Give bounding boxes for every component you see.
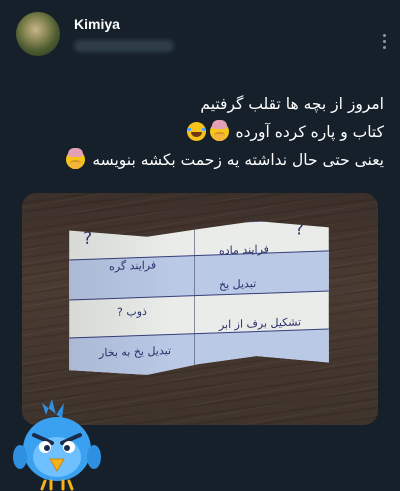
angry-bird-sticker-icon — [13, 399, 101, 491]
author-handle-blurred — [74, 40, 174, 52]
tweet-line-3: یعنی حتی حال نداشته یه زحمت بکشه بنویسه — [92, 151, 384, 169]
tweet-line-3-row: یعنی حتی حال نداشته یه زحمت بکشه بنویسه — [24, 146, 384, 174]
paper-question-mark: ? — [83, 228, 93, 250]
avatar[interactable] — [16, 12, 60, 56]
cheat-note-paper: ? ? فرایند ماده فرایند گره تبدیل یخ ذوب … — [69, 218, 329, 377]
tweet-text: امروز از بچه ها تقلب گرفتیم کتاب و پاره … — [24, 90, 384, 174]
laugh-emoji-icon — [186, 122, 206, 141]
paper-text-mid-right: تبدیل یخ — [218, 276, 257, 292]
tweet-line-2-row: کتاب و پاره کرده آورده — [24, 118, 384, 146]
paper-question-mark-2: ? — [294, 219, 304, 240]
more-options-icon[interactable] — [382, 34, 386, 49]
tweet-photo[interactable]: ? ? فرایند ماده فرایند گره تبدیل یخ ذوب … — [22, 193, 378, 425]
paper-text-top-right: فرایند ماده — [218, 242, 269, 258]
author-name[interactable]: Kimiya — [74, 16, 120, 32]
paper-text-top-left: فرایند گره — [109, 258, 157, 274]
paper-text-mid-left: ذوب ? — [117, 304, 147, 319]
tweet-line-2: کتاب و پاره کرده آورده — [235, 123, 384, 141]
facepalm-emoji-icon — [66, 148, 86, 169]
tweet-line-1: امروز از بچه ها تقلب گرفتیم — [200, 95, 384, 113]
facepalm-emoji-icon — [209, 120, 229, 141]
paper-text-bot-left: تبدیل یخ به بخار — [99, 344, 172, 360]
